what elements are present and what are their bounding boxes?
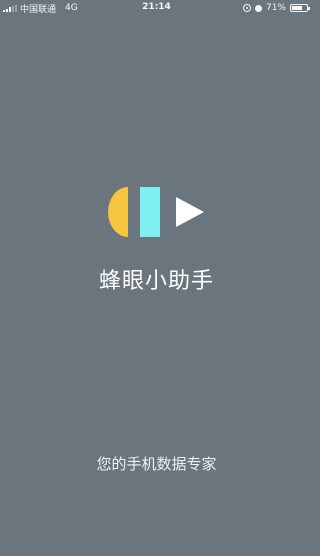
tagline: 您的手机数据专家 — [96, 455, 217, 473]
alarm-icon — [254, 4, 262, 12]
status-bar: 中国联通 4G 21:14 71% — [0, 0, 313, 16]
rotation-lock-icon — [242, 4, 251, 12]
battery-level-fill — [292, 6, 302, 10]
status-right: 71% — [242, 2, 310, 14]
battery-percent: 71% — [265, 3, 286, 13]
battery-icon — [290, 4, 310, 12]
app-logo-icon — [108, 187, 204, 237]
logo-play-triangle — [176, 197, 204, 227]
app-name-title: 蜂眼小助手 — [98, 269, 214, 294]
logo-middle-bar — [140, 187, 160, 237]
logo-left-half-circle — [108, 187, 128, 237]
